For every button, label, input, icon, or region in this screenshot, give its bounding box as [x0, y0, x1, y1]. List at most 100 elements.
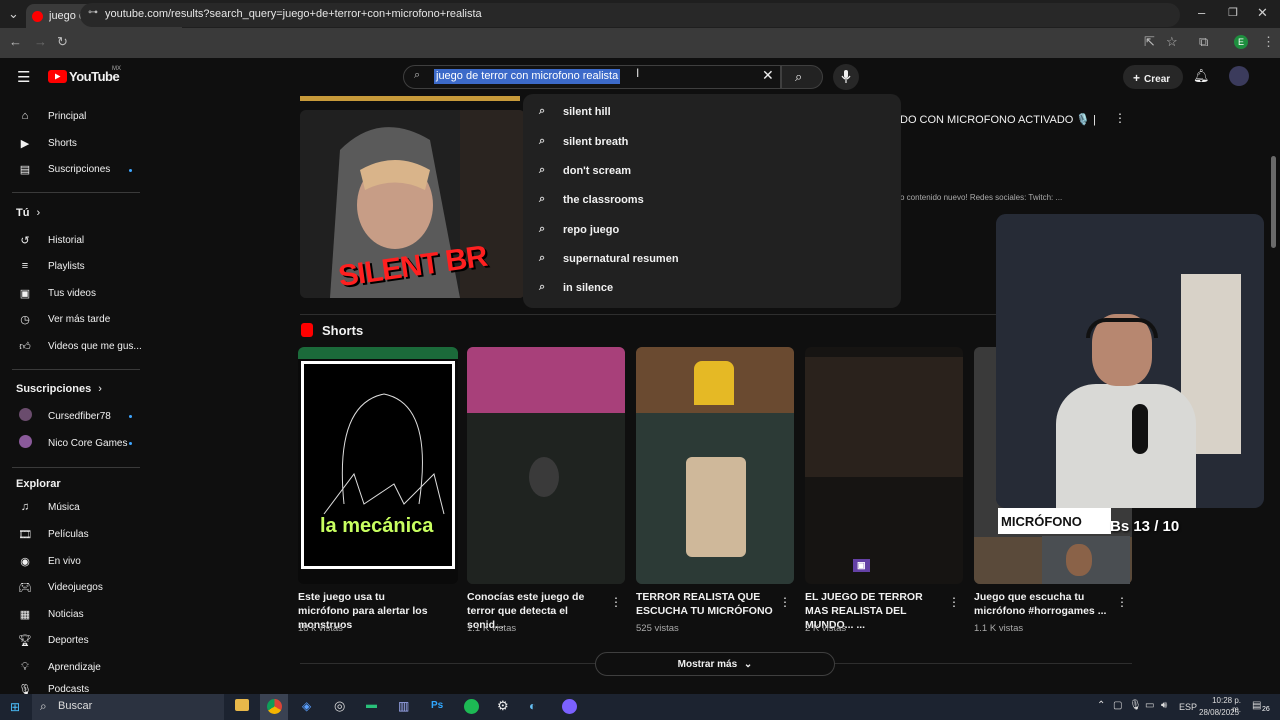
- sidebar-item-label: Ver más tarde: [48, 313, 111, 325]
- sidebar-item-history[interactable]: ↺ Historial: [0, 230, 150, 250]
- app-icon[interactable]: ◈: [302, 699, 311, 713]
- chat-app-icon[interactable]: [562, 699, 577, 714]
- minimize-icon[interactable]: –: [1198, 5, 1205, 20]
- back-icon[interactable]: ←: [9, 34, 22, 49]
- clock-date[interactable]: 28/08/2025: [1199, 708, 1239, 717]
- sidebar-item-liked[interactable]: 👍︎ Videos que me gus...: [0, 336, 150, 356]
- steam-icon[interactable]: ◐: [529, 699, 536, 713]
- sidebar-item-live[interactable]: ◉ En vivo: [0, 551, 150, 571]
- sidebar-item-podcasts[interactable]: 🎙︎ Podcasts: [0, 684, 150, 694]
- short-title[interactable]: TERROR REALISTA QUE ESCUCHA TU MICRÓFONO: [636, 590, 776, 618]
- video-title[interactable]: DO CON MICROFONO ACTIVADO 🎙️ |: [900, 113, 1096, 126]
- volume-icon[interactable]: 🔊︎: [1161, 700, 1167, 711]
- taskbar-search-label: Buscar: [58, 700, 93, 712]
- suggestion-item[interactable]: ⌕ silent hill: [523, 97, 901, 126]
- youtube-logo-icon[interactable]: [48, 70, 67, 83]
- extensions-icon[interactable]: ⧉: [1199, 34, 1208, 50]
- restore-icon[interactable]: ❐: [1228, 6, 1238, 19]
- short-thumbnail-1[interactable]: la mecánica: [298, 347, 458, 584]
- suggestion-item[interactable]: ⌕ in silence: [523, 273, 901, 302]
- account-avatar[interactable]: [1229, 66, 1249, 86]
- subscriptions-icon: ▤: [19, 163, 31, 176]
- short-more-icon[interactable]: ⋮: [948, 595, 960, 609]
- terminal-icon[interactable]: ▬: [366, 699, 377, 711]
- clear-search-icon[interactable]: ✕: [762, 67, 774, 84]
- bookmark-star-icon[interactable]: ☆: [1166, 34, 1178, 50]
- sidebar-item-playlists[interactable]: ≡ Playlists: [0, 256, 150, 276]
- suggestion-item[interactable]: ⌕ don't scream: [523, 156, 901, 185]
- site-info-icon[interactable]: ⊶: [88, 7, 98, 18]
- install-app-icon[interactable]: ⇱: [1144, 34, 1155, 50]
- short-thumbnail-4[interactable]: ▣: [805, 347, 963, 584]
- sidebar-subs-heading[interactable]: Suscripciones ›: [16, 383, 102, 395]
- photoshop-icon[interactable]: Ps: [431, 700, 443, 711]
- sidebar-item-subscriptions[interactable]: ▤ Suscripciones: [0, 159, 150, 179]
- hamburger-menu-icon[interactable]: ☰: [17, 68, 30, 86]
- reload-icon[interactable]: ↻: [57, 34, 68, 50]
- window-close-icon[interactable]: ✕: [1257, 5, 1268, 21]
- sidebar-item-learning[interactable]: 💡︎ Aprendizaje: [0, 657, 150, 677]
- shirt-shape: [1056, 384, 1196, 508]
- thumb-top-scene: [467, 347, 625, 413]
- file-explorer-icon[interactable]: [235, 699, 249, 711]
- sidebar-item-shorts[interactable]: ▶ Shorts: [0, 133, 150, 153]
- sidebar-channel-nico-core-games[interactable]: Nico Core Games: [0, 433, 150, 453]
- show-more-button[interactable]: Mostrar más ⌄: [595, 652, 835, 676]
- profile-avatar[interactable]: E: [1234, 35, 1248, 49]
- sidebar-item-watch-later[interactable]: ◷ Ver más tarde: [0, 309, 150, 329]
- sidebar-item-your-videos[interactable]: ▣ Tus videos: [0, 283, 150, 303]
- tab-search-icon[interactable]: ⌄: [8, 6, 19, 22]
- sidebar-you-heading[interactable]: Tú ›: [16, 207, 40, 219]
- sidebar-item-label: Música: [48, 501, 80, 513]
- suggestion-item[interactable]: ⌕ the classrooms: [523, 185, 901, 214]
- search-icon: ⌕: [539, 164, 546, 176]
- mic-tray-icon[interactable]: 🎙︎: [1129, 700, 1142, 711]
- search-value[interactable]: juego de terror con microfono realista: [434, 69, 621, 84]
- voice-search-button[interactable]: [833, 64, 859, 90]
- create-button[interactable]: + Crear: [1123, 65, 1183, 89]
- learning-icon: 💡︎: [21, 660, 29, 673]
- windows-start-icon[interactable]: ⊞: [10, 700, 20, 714]
- chevron-up-icon[interactable]: ⌃: [1097, 700, 1105, 711]
- sidebar-channel-cursedfiber78[interactable]: Cursedfiber78: [0, 406, 150, 426]
- text-cursor-icon: I: [636, 66, 640, 80]
- liked-icon: 👍︎: [19, 340, 31, 353]
- short-more-icon[interactable]: ⋮: [610, 595, 622, 609]
- video-thumbnail[interactable]: SILENT BR: [300, 110, 525, 298]
- notifications-bell-icon[interactable]: 🔔︎: [1193, 68, 1210, 84]
- taskbar-search[interactable]: ⌕ Buscar: [32, 694, 224, 720]
- network-icon[interactable]: ▭: [1145, 700, 1154, 711]
- sidebar-item-movies[interactable]: 🎞︎ Películas: [0, 524, 150, 544]
- short-more-icon[interactable]: ⋮: [779, 595, 791, 609]
- sidebar-item-gaming[interactable]: 🎮︎ Videojuegos: [0, 577, 150, 597]
- obs-icon[interactable]: ◎: [334, 698, 345, 714]
- short-thumbnail-3[interactable]: [636, 347, 794, 584]
- suggestion-item[interactable]: ⌕ silent breath: [523, 127, 901, 156]
- notification-center-icon[interactable]: ▤: [1252, 700, 1261, 711]
- suggestion-item[interactable]: ⌕ supernatural resumen: [523, 244, 901, 273]
- spotify-icon[interactable]: [464, 699, 479, 714]
- sidebar-item-principal[interactable]: ⌂ Principal: [0, 106, 150, 126]
- video-more-icon[interactable]: ⋮: [1114, 111, 1126, 125]
- short-more-icon[interactable]: ⋮: [1116, 595, 1128, 609]
- browser-menu-icon[interactable]: ⋮: [1262, 34, 1275, 50]
- sidebar-item-music[interactable]: ♫ Música: [0, 497, 150, 517]
- search-icon: ⌕: [539, 252, 546, 264]
- sidebar-item-news[interactable]: ▦ Noticias: [0, 604, 150, 624]
- scrollbar-thumb[interactable]: [1271, 156, 1276, 248]
- page-scrollbar[interactable]: [1270, 62, 1278, 694]
- chrome-icon: [267, 699, 282, 714]
- sidebar-item-sports[interactable]: 🏆︎ Deportes: [0, 630, 150, 650]
- chrome-taskbar-item[interactable]: [260, 694, 288, 720]
- suggestion-item[interactable]: ⌕ repo juego: [523, 215, 901, 244]
- forward-icon[interactable]: →: [34, 34, 47, 49]
- tray-icon[interactable]: ▢: [1113, 700, 1122, 711]
- short-thumbnail-2[interactable]: [467, 347, 625, 584]
- settings-gear-icon[interactable]: ⚙: [497, 698, 509, 714]
- language-indicator[interactable]: ESP: [1179, 702, 1197, 712]
- audio-app-icon[interactable]: ▥: [398, 699, 409, 713]
- search-button[interactable]: ⌕: [781, 65, 823, 89]
- bits-counter: Bs 13 / 10: [1110, 518, 1180, 535]
- url-field[interactable]: ⊶ youtube.com/results?search_query=juego…: [80, 3, 1180, 27]
- short-title[interactable]: Juego que escucha tu micrófono #horrogam…: [974, 590, 1114, 618]
